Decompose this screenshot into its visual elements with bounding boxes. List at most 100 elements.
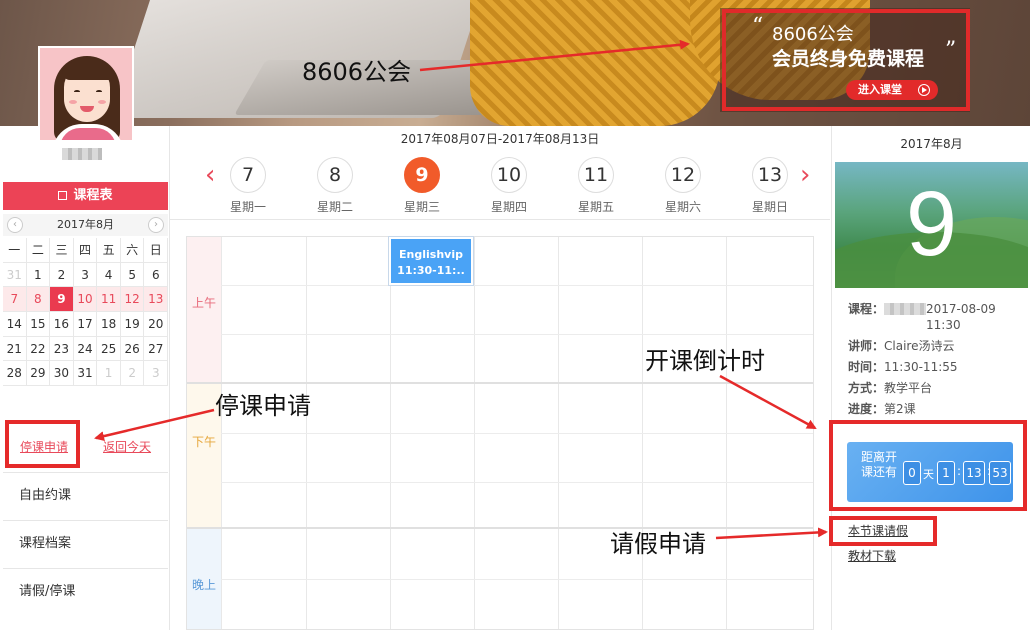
- lesson-card[interactable]: Englishvip 11:30-11:..: [389, 237, 473, 285]
- mini-calendar-prev-button[interactable]: ‹: [7, 217, 23, 233]
- weekday-label: 日: [144, 238, 169, 262]
- mini-calendar-day[interactable]: 14: [3, 312, 27, 336]
- week-range: 2017年08月07日-2017年08月13日: [400, 132, 600, 146]
- download-materials-link[interactable]: 教材下载: [848, 547, 896, 564]
- week-day-label: 星期六: [664, 200, 701, 214]
- mini-calendar-day[interactable]: 5: [121, 262, 145, 287]
- mini-calendar-day[interactable]: 7: [3, 287, 27, 312]
- weekday-label: 五: [97, 238, 121, 262]
- mini-calendar-day[interactable]: 3: [144, 361, 169, 386]
- week-day-label: 星期三: [403, 200, 440, 214]
- week-day-5[interactable]: 11 星期五: [566, 157, 626, 215]
- mini-calendar-day[interactable]: 28: [3, 361, 27, 386]
- info-time: 时间：11:30-11:55: [848, 359, 958, 375]
- next-week-button[interactable]: ›: [800, 162, 814, 188]
- mini-calendar-day[interactable]: 3: [74, 262, 98, 287]
- period-evening: 晚上: [187, 529, 221, 629]
- mini-calendar-day[interactable]: 9: [50, 287, 74, 312]
- back-to-today-link[interactable]: 返回今天: [103, 438, 151, 455]
- mini-calendar-day[interactable]: 6: [144, 262, 169, 287]
- week-day-number: 9: [404, 157, 440, 193]
- weekday-label: 一: [3, 238, 27, 262]
- mini-calendar-day[interactable]: 17: [74, 312, 98, 336]
- mini-calendar-day[interactable]: 31: [74, 361, 98, 386]
- mini-calendar-next-button[interactable]: ›: [148, 217, 164, 233]
- mini-calendar-day[interactable]: 1: [27, 262, 51, 287]
- mini-calendar-clip: ‹ 2017年8月 › 一二三四五六日 31 1 2 3 4 5 6 7 8 9 10 11 12 13 14…: [0, 126, 170, 424]
- weekday-label: 二: [27, 238, 51, 262]
- period-morning-label: 上午: [191, 296, 216, 310]
- mini-calendar-day[interactable]: 29: [27, 361, 51, 386]
- lesson-time: 11:30-11:..: [397, 264, 465, 277]
- mini-calendar-day[interactable]: 25: [97, 336, 121, 361]
- week-day-3[interactable]: 9 星期三: [392, 157, 452, 215]
- hero-day-number: 9: [905, 173, 958, 275]
- mini-calendar-day[interactable]: 24: [74, 336, 98, 361]
- info-method: 方式：教学平台: [848, 380, 932, 396]
- day-hero: 9: [835, 162, 1028, 288]
- mini-calendar-day[interactable]: 21: [3, 336, 27, 361]
- week-day-number: 7: [230, 157, 266, 193]
- weekday-label: 四: [74, 238, 98, 262]
- week-day-6[interactable]: 12 星期六: [653, 157, 713, 215]
- info-course-value: 2017-08-09 11:30: [926, 302, 996, 332]
- grid-period-line: [187, 527, 813, 529]
- annotation-leave-request: 请假申请: [610, 530, 706, 558]
- period-afternoon-label: 下午: [191, 435, 216, 449]
- right-panel: 2017年8月 9 课程： 2017-08-09 11:30 讲师：Claire汤…: [831, 126, 1030, 630]
- grid-row-line: [221, 433, 813, 434]
- info-time-value: 11:30-11:55: [884, 360, 958, 374]
- mini-calendar-day[interactable]: 16: [50, 312, 74, 336]
- mini-calendar-day[interactable]: 18: [97, 312, 121, 336]
- mini-calendar-day[interactable]: 1: [97, 361, 121, 386]
- mini-calendar-month: 2017年8月: [57, 218, 114, 231]
- menu-item-leave[interactable]: 请假/停课: [3, 568, 168, 616]
- week-day-1[interactable]: 7 星期一: [218, 157, 278, 215]
- info-method-value: 教学平台: [884, 381, 933, 395]
- mini-calendar-day[interactable]: 22: [27, 336, 51, 361]
- week-day-4[interactable]: 10 星期四: [479, 157, 539, 215]
- mini-calendar-day[interactable]: 20: [144, 312, 169, 336]
- mini-calendar-day[interactable]: 4: [97, 262, 121, 287]
- mini-calendar-day[interactable]: 23: [50, 336, 74, 361]
- right-month: 2017年8月: [900, 137, 963, 151]
- mini-calendar-day[interactable]: 27: [144, 336, 169, 361]
- week-day-label: 星期日: [751, 200, 788, 214]
- mini-calendar-day[interactable]: 31: [3, 262, 27, 287]
- grid-row-line: [221, 285, 813, 286]
- grid-period-line: [187, 382, 813, 384]
- info-teacher-value: Claire汤诗云: [884, 339, 955, 353]
- info-teacher: 讲师：Claire汤诗云: [848, 338, 954, 354]
- banner-sweater-image: [470, 0, 720, 126]
- mini-calendar-day[interactable]: 15: [27, 312, 51, 336]
- annotation-box-stop-class: [5, 420, 80, 468]
- week-day-7[interactable]: 13 星期日: [740, 157, 800, 215]
- weekday-label: 六: [121, 238, 145, 262]
- week-day-label: 星期一: [229, 200, 266, 214]
- mini-calendar-week-row: 7 8 9 10 11 12 13: [3, 287, 169, 313]
- mini-calendar-day[interactable]: 26: [121, 336, 145, 361]
- mini-calendar-day[interactable]: 30: [50, 361, 74, 386]
- week-day-number: 10: [491, 157, 527, 193]
- mini-calendar-day[interactable]: 11: [97, 287, 121, 312]
- week-day-label: 星期五: [577, 200, 614, 214]
- week-day-2[interactable]: 8 星期二: [305, 157, 365, 215]
- prev-week-button[interactable]: ‹: [205, 162, 219, 188]
- timetable-grid: 上午 下午 晚上: [186, 236, 814, 630]
- grid-row-line: [221, 579, 813, 580]
- mini-calendar-day[interactable]: 2: [50, 262, 74, 287]
- mini-calendar-day[interactable]: 8: [26, 287, 51, 312]
- mini-calendar-day[interactable]: 19: [121, 312, 145, 336]
- mini-calendar-day[interactable]: 12: [120, 287, 145, 312]
- mini-calendar-week-row: 21 22 23 24 25 26 27: [3, 336, 169, 362]
- mini-calendar-weekday-row: 一二三四五六日: [3, 238, 169, 263]
- mini-calendar-day[interactable]: 13: [144, 287, 169, 312]
- info-progress: 进度：第2课: [848, 401, 916, 417]
- info-course: 课程： 2017-08-09 11:30: [848, 301, 1018, 333]
- annotation-stop-request: 停课申请: [215, 392, 311, 420]
- menu-item-free-booking[interactable]: 自由约课: [3, 472, 168, 520]
- mini-calendar-day[interactable]: 10: [73, 287, 98, 312]
- menu-item-course-archive[interactable]: 课程档案: [3, 520, 168, 568]
- mini-calendar-day[interactable]: 2: [121, 361, 145, 386]
- week-day-number: 12: [665, 157, 701, 193]
